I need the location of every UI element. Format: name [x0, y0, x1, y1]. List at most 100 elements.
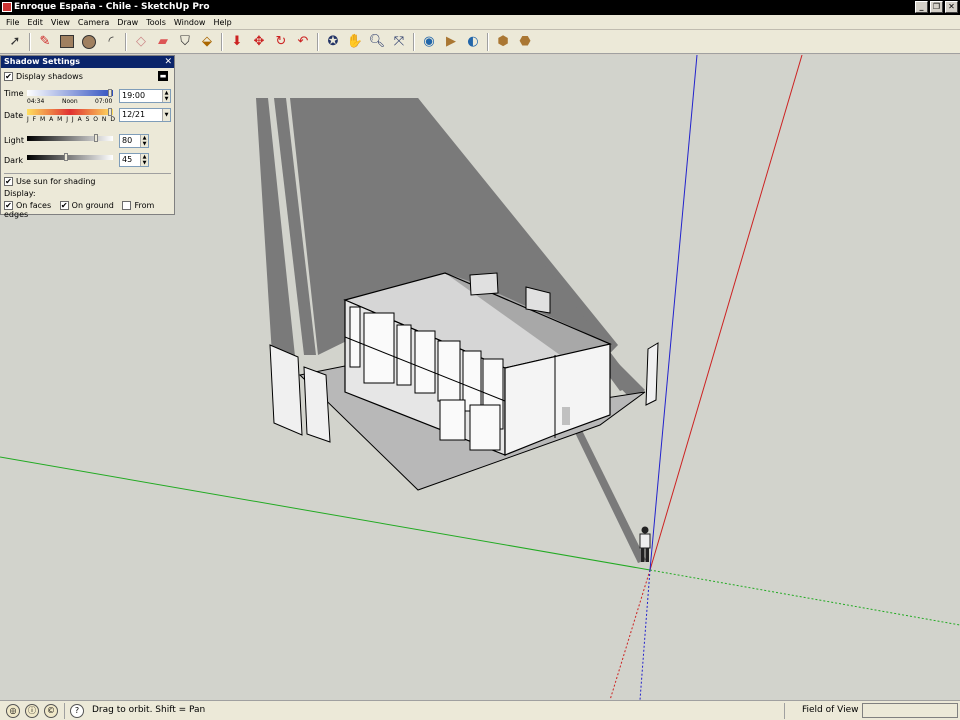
google-earth-icon[interactable]: ◉ — [418, 32, 440, 52]
display-label: Display: — [4, 189, 36, 198]
toolbar-separator — [29, 32, 31, 51]
zoom-icon[interactable]: 🔍︎ — [366, 32, 388, 52]
month-labels: J F M A M J J A S O N D — [27, 116, 116, 123]
display-shadows-row: ✔ Display shadows — [4, 72, 83, 81]
follow-me-icon[interactable]: ✥ — [248, 32, 270, 52]
light-slider[interactable] — [27, 136, 113, 141]
side-panel — [645, 342, 659, 406]
on-faces-checkbox[interactable]: ✔ — [4, 201, 13, 210]
restore-button[interactable]: ❐ — [930, 1, 943, 13]
light-field[interactable]: 80 ▲ ▼ — [119, 134, 149, 148]
light-label: Light — [4, 136, 24, 145]
share-model-icon[interactable]: ◐ — [462, 32, 484, 52]
close-icon[interactable]: ✕ — [164, 56, 172, 68]
green-axis-negative — [649, 569, 960, 626]
time-field[interactable]: 19:00 ▲ ▼ — [119, 89, 171, 103]
get-models-icon[interactable]: ▶ — [440, 32, 462, 52]
light-spinner-icon[interactable]: ▲ ▼ — [140, 135, 148, 147]
rectangle-icon[interactable] — [56, 32, 78, 52]
on-ground-label: On ground — [71, 201, 114, 210]
measurement-box[interactable] — [862, 703, 958, 718]
move-icon[interactable]: ⬇ — [226, 32, 248, 52]
panel-collapse-icon[interactable]: ▬ — [158, 71, 168, 81]
status-hint: Drag to orbit. Shift = Pan — [92, 705, 206, 715]
display-shadows-checkbox[interactable]: ✔ — [4, 72, 13, 81]
menu-bar: File Edit View Camera Draw Tools Window … — [0, 15, 960, 30]
push-pull-icon[interactable]: ⬙ — [196, 32, 218, 52]
freestanding-panel-2 — [303, 366, 331, 443]
on-faces-label: On faces — [16, 201, 52, 210]
shadow-settings-title-bar[interactable]: Shadow Settings ✕ — [1, 56, 174, 68]
date-dropdown-icon[interactable]: ▼ — [162, 109, 170, 121]
copyright-icon[interactable]: © — [44, 704, 58, 718]
menu-file[interactable]: File — [2, 18, 23, 27]
sketchup-app-icon — [2, 2, 12, 12]
toolbar-separator — [317, 32, 319, 51]
measurement-label: Field of View — [802, 705, 859, 715]
use-sun-checkbox[interactable]: ✔ — [4, 177, 13, 186]
dark-slider-thumb[interactable] — [63, 153, 68, 161]
menu-edit[interactable]: Edit — [23, 18, 47, 27]
green-axis — [0, 456, 651, 571]
time-slider[interactable] — [27, 90, 113, 96]
paint-bucket-icon[interactable]: ⛉ — [174, 32, 196, 52]
help-icon[interactable]: ? — [70, 704, 84, 718]
eraser-icon[interactable]: ◇ — [130, 32, 152, 52]
credits-icon[interactable]: ⓘ — [25, 704, 39, 718]
on-ground-checkbox[interactable]: ✔ — [59, 201, 69, 210]
light-value: 80 — [122, 136, 133, 145]
menu-window[interactable]: Window — [170, 18, 210, 27]
minimize-button[interactable]: _ — [915, 1, 928, 13]
dark-value: 45 — [122, 155, 133, 164]
dark-spinner-icon[interactable]: ▲ ▼ — [140, 154, 148, 166]
time-slider-thumb[interactable] — [108, 89, 112, 97]
shadow-settings-panel: Shadow Settings ✕ ✔ Display shadows ▬ Tim… — [0, 55, 175, 219]
toolbar-separator — [221, 32, 223, 51]
red-axis — [649, 55, 803, 571]
scale-figure-ghost — [562, 407, 570, 425]
toolbar-separator — [413, 32, 415, 51]
status-separator — [784, 703, 785, 719]
sketchup-window: Enroque España - Chile - SketchUp Pro _ … — [0, 0, 960, 720]
tape-measure-icon[interactable]: ▰ — [152, 32, 174, 52]
orbit-icon[interactable]: ✪ — [322, 32, 344, 52]
circle-icon[interactable] — [78, 32, 100, 52]
dark-field[interactable]: 45 ▲ ▼ — [119, 153, 149, 167]
time-end-label: 07:00 — [95, 98, 113, 105]
light-slider-thumb[interactable] — [93, 134, 98, 142]
rotate-icon[interactable]: ↻ — [270, 32, 292, 52]
display-options-row: ✔ On faces ✔ On ground From edges — [4, 201, 174, 219]
menu-view[interactable]: View — [47, 18, 74, 27]
date-field[interactable]: 12/21 ▼ — [119, 108, 171, 122]
toolbar-separator — [487, 32, 489, 51]
main-toolbar: ➚ ✎ ◜ ◇ ▰ ⛉ ⬙ ⬇ ✥ ↻ ↶ ✪ ✋ 🔍︎ ⤧ ◉ ▶ ◐ ⬢ ⬣ — [0, 30, 960, 54]
close-button[interactable]: ✕ — [945, 1, 958, 13]
status-separator — [64, 703, 65, 719]
pencil-icon[interactable]: ✎ — [34, 32, 56, 52]
menu-camera[interactable]: Camera — [74, 18, 113, 27]
status-bar: ◎ ⓘ © ? Drag to orbit. Shift = Pan Field… — [0, 700, 960, 720]
use-sun-label: Use sun for shading — [16, 177, 96, 186]
offset-icon[interactable]: ↶ — [292, 32, 314, 52]
menu-tools[interactable]: Tools — [142, 18, 170, 27]
menu-help[interactable]: Help — [209, 18, 235, 27]
date-slider[interactable] — [27, 109, 113, 115]
time-spinner-icon[interactable]: ▲ ▼ — [162, 90, 170, 102]
from-edges-checkbox[interactable] — [122, 201, 132, 210]
date-slider-thumb[interactable] — [108, 108, 112, 116]
title-bar: Enroque España - Chile - SketchUp Pro _ … — [0, 0, 960, 15]
geo-location-icon[interactable]: ◎ — [6, 704, 20, 718]
freestanding-panel-1 — [269, 344, 303, 436]
dark-slider[interactable] — [27, 155, 113, 160]
zoom-extents-icon[interactable]: ⤧ — [388, 32, 410, 52]
window-title: Enroque España - Chile - SketchUp Pro — [14, 2, 210, 12]
display-shadows-label: Display shadows — [16, 72, 83, 81]
warehouse-icon[interactable]: ⬢ — [492, 32, 514, 52]
components-icon[interactable]: ⬣ — [514, 32, 536, 52]
select-icon[interactable]: ➚ — [4, 32, 26, 52]
pan-icon[interactable]: ✋ — [344, 32, 366, 52]
arc-icon[interactable]: ◜ — [100, 32, 122, 52]
panel-divider — [4, 173, 171, 174]
dark-label: Dark — [4, 156, 23, 165]
menu-draw[interactable]: Draw — [113, 18, 142, 27]
